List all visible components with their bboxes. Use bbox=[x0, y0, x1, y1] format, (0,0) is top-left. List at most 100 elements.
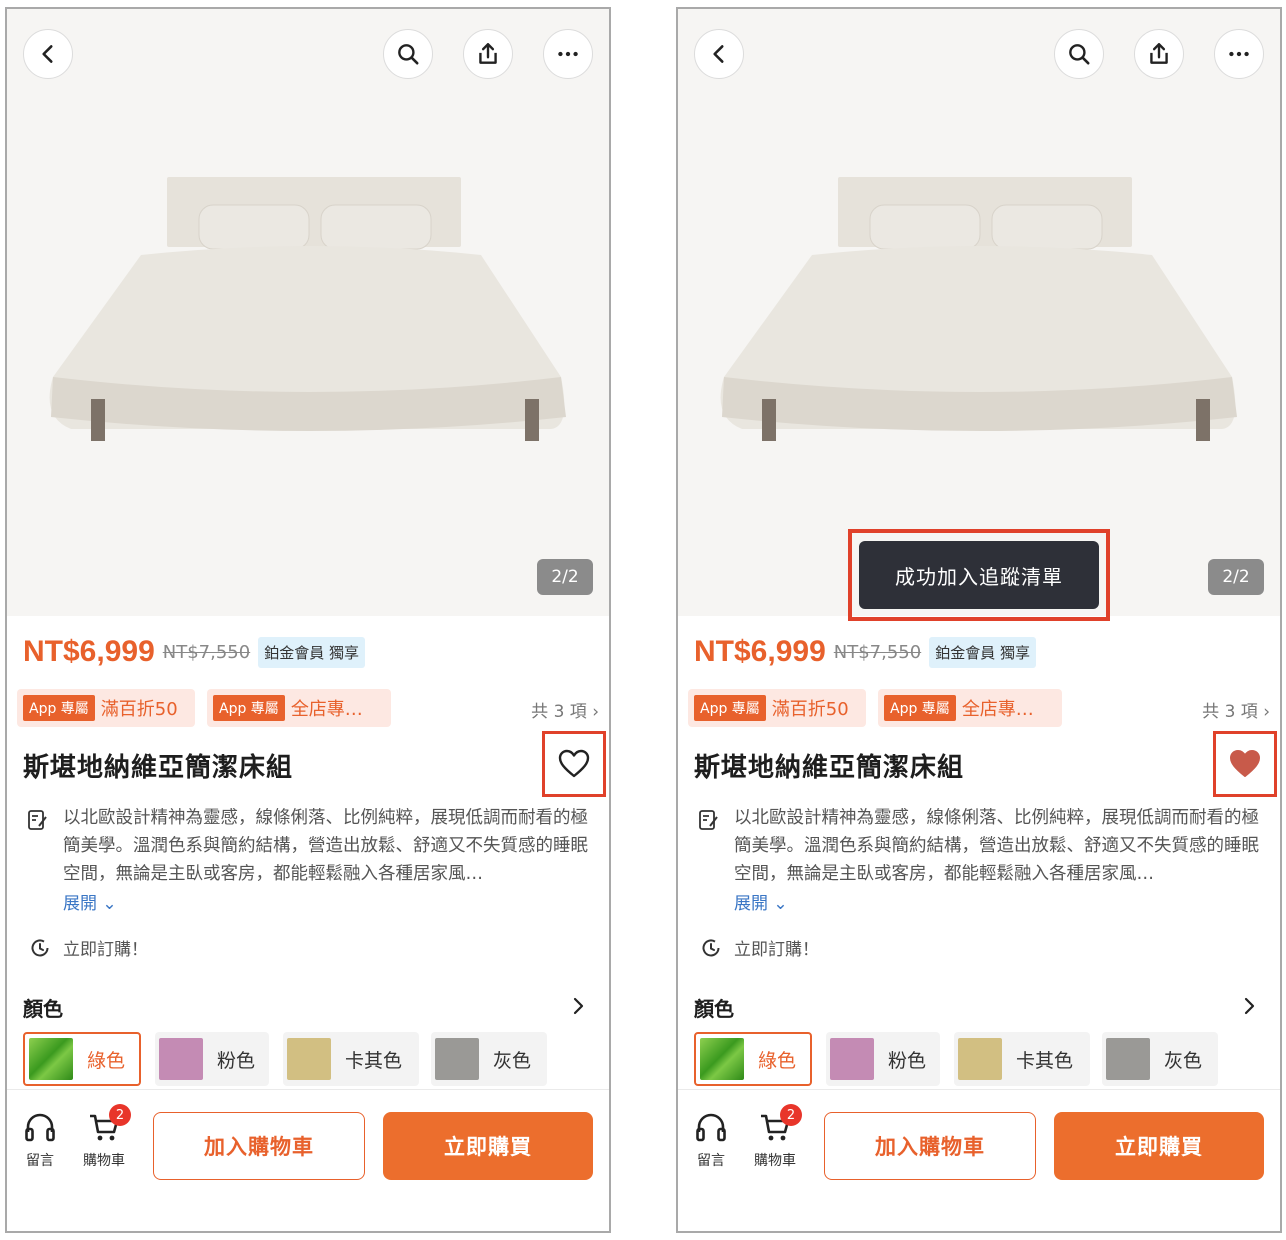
share-button[interactable] bbox=[463, 29, 513, 79]
coupon-chip[interactable]: App 專屬 全店專… bbox=[878, 689, 1062, 727]
expand-description-link[interactable]: 展開 ⌄ bbox=[63, 889, 117, 914]
color-chip bbox=[1106, 1038, 1150, 1080]
color-option-pink[interactable]: 粉色 bbox=[155, 1032, 269, 1086]
color-chip bbox=[700, 1038, 744, 1080]
message-label: 留言 bbox=[697, 1153, 725, 1169]
add-to-cart-button[interactable]: 加入購物車 bbox=[824, 1112, 1036, 1180]
color-chip bbox=[830, 1038, 874, 1080]
original-price: NT$7,550 bbox=[833, 641, 922, 663]
product-description: 以北歐設計精神為靈感，線條俐落、比例純粹，展現低調而耐看的極簡美學。溫潤色系與簡… bbox=[63, 808, 588, 884]
toast-highlight: 成功加入追蹤清單 bbox=[848, 529, 1110, 621]
chevron-right-icon[interactable] bbox=[569, 995, 587, 1017]
more-icon bbox=[558, 51, 578, 57]
color-option-khaki[interactable]: 卡其色 bbox=[283, 1032, 419, 1086]
sale-price: NT$6,999 bbox=[694, 635, 826, 668]
cart-button[interactable]: 2 購物車 bbox=[83, 1104, 131, 1170]
color-option-label: 卡其色 bbox=[345, 1049, 403, 1072]
color-option-label: 灰色 bbox=[493, 1049, 532, 1072]
description-icon bbox=[28, 810, 47, 830]
back-button[interactable] bbox=[23, 29, 73, 79]
color-option-khaki[interactable]: 卡其色 bbox=[954, 1032, 1090, 1086]
coupon-tag: App 專屬 bbox=[884, 695, 956, 721]
coupon-count-link[interactable]: 共 3 項 › bbox=[1202, 697, 1270, 722]
color-option-green[interactable]: 綠色 bbox=[694, 1032, 812, 1086]
coupon-text: 滿百折50 bbox=[100, 699, 178, 720]
expand-description-link[interactable]: 展開 ⌄ bbox=[734, 889, 788, 914]
product-image-gallery[interactable]: 2/2 bbox=[7, 9, 609, 616]
search-icon bbox=[1069, 44, 1090, 65]
color-chip bbox=[287, 1038, 331, 1080]
back-icon bbox=[713, 45, 724, 63]
heart-icon bbox=[558, 749, 590, 778]
member-exclusive-badge: 鉑金會員 獨享 bbox=[929, 636, 1036, 668]
sale-price: NT$6,999 bbox=[23, 635, 155, 668]
description-icon bbox=[699, 810, 718, 830]
clock-icon bbox=[702, 939, 720, 957]
bed-product-image bbox=[720, 177, 1237, 441]
cart-label: 購物車 bbox=[754, 1153, 796, 1169]
color-option-green[interactable]: 綠色 bbox=[23, 1032, 141, 1086]
message-button[interactable]: 留言 bbox=[23, 1110, 57, 1170]
favorite-button[interactable] bbox=[542, 731, 606, 797]
coupon-chip[interactable]: App 專屬 滿百折50 bbox=[17, 689, 195, 727]
message-label: 留言 bbox=[26, 1153, 54, 1169]
coupon-row: App 專屬 滿百折50 App 專屬 全店專… 共 3 項 › bbox=[688, 689, 1274, 727]
color-section-label: 顏色 bbox=[694, 997, 734, 1021]
order-now-text: 立即訂購！ bbox=[63, 940, 148, 960]
color-chip bbox=[159, 1038, 203, 1080]
product-description: 以北歐設計精神為靈感，線條俐落、比例純粹，展現低調而耐看的極簡美學。溫潤色系與簡… bbox=[734, 808, 1259, 884]
color-chip bbox=[435, 1038, 479, 1080]
image-page-counter: 2/2 bbox=[537, 559, 593, 595]
more-icon bbox=[1229, 51, 1249, 57]
favorite-button[interactable] bbox=[1213, 731, 1277, 797]
color-option-label: 卡其色 bbox=[1016, 1049, 1074, 1072]
headset-icon bbox=[25, 1113, 55, 1142]
cart-button[interactable]: 2 購物車 bbox=[754, 1104, 802, 1170]
product-title: 斯堪地納維亞簡潔床組 bbox=[23, 753, 294, 783]
clock-icon bbox=[31, 939, 49, 957]
coupon-chip[interactable]: App 專屬 全店專… bbox=[207, 689, 391, 727]
more-options-button[interactable] bbox=[1214, 29, 1264, 79]
chevron-right-icon[interactable] bbox=[1240, 995, 1258, 1017]
coupon-tag: App 專屬 bbox=[213, 695, 285, 721]
back-icon bbox=[42, 45, 53, 63]
color-option-label: 灰色 bbox=[1164, 1049, 1203, 1072]
coupon-tag: App 專屬 bbox=[694, 695, 766, 721]
bottom-action-bar: 留言 2 購物車 加入購物車 立即購買 bbox=[7, 1089, 609, 1231]
coupon-row: App 專屬 滿百折50 App 專屬 全店專… 共 3 項 › bbox=[17, 689, 603, 727]
back-button[interactable] bbox=[694, 29, 744, 79]
search-button[interactable] bbox=[1054, 29, 1104, 79]
coupon-text: 全店專… bbox=[290, 699, 363, 720]
color-option-label: 粉色 bbox=[217, 1049, 256, 1072]
add-to-cart-button[interactable]: 加入購物車 bbox=[153, 1112, 365, 1180]
search-icon bbox=[398, 44, 419, 65]
share-icon bbox=[1150, 43, 1168, 64]
color-option-gray[interactable]: 灰色 bbox=[1102, 1032, 1218, 1086]
buy-now-button[interactable]: 立即購買 bbox=[1054, 1112, 1264, 1180]
order-now-text: 立即訂購！ bbox=[734, 940, 819, 960]
share-button[interactable] bbox=[1134, 29, 1184, 79]
image-page-counter: 2/2 bbox=[1208, 559, 1264, 595]
original-price: NT$7,550 bbox=[162, 641, 251, 663]
coupon-chip[interactable]: App 專屬 滿百折50 bbox=[688, 689, 866, 727]
price-row: NT$6,999 NT$7,550 鉑金會員 獨享 bbox=[694, 635, 1036, 669]
bed-product-image bbox=[49, 177, 566, 441]
member-exclusive-badge: 鉑金會員 獨享 bbox=[258, 636, 365, 668]
color-option-label: 粉色 bbox=[888, 1049, 927, 1072]
share-icon bbox=[479, 43, 497, 64]
product-image-gallery[interactable]: 2/2 成功加入追蹤清單 bbox=[678, 9, 1280, 621]
product-title: 斯堪地納維亞簡潔床組 bbox=[694, 753, 965, 783]
color-option-gray[interactable]: 灰色 bbox=[431, 1032, 547, 1086]
buy-now-button[interactable]: 立即購買 bbox=[383, 1112, 593, 1180]
more-options-button[interactable] bbox=[543, 29, 593, 79]
color-chip bbox=[29, 1038, 73, 1080]
coupon-tag: App 專屬 bbox=[23, 695, 95, 721]
bottom-action-bar: 留言 2 購物車 加入購物車 立即購買 bbox=[678, 1089, 1280, 1231]
cart-count-badge: 2 bbox=[780, 1104, 802, 1126]
coupon-count-link[interactable]: 共 3 項 › bbox=[531, 697, 599, 722]
color-option-label: 綠色 bbox=[758, 1049, 797, 1072]
search-button[interactable] bbox=[383, 29, 433, 79]
coupon-text: 滿百折50 bbox=[771, 699, 849, 720]
message-button[interactable]: 留言 bbox=[694, 1110, 728, 1170]
color-option-pink[interactable]: 粉色 bbox=[826, 1032, 940, 1086]
